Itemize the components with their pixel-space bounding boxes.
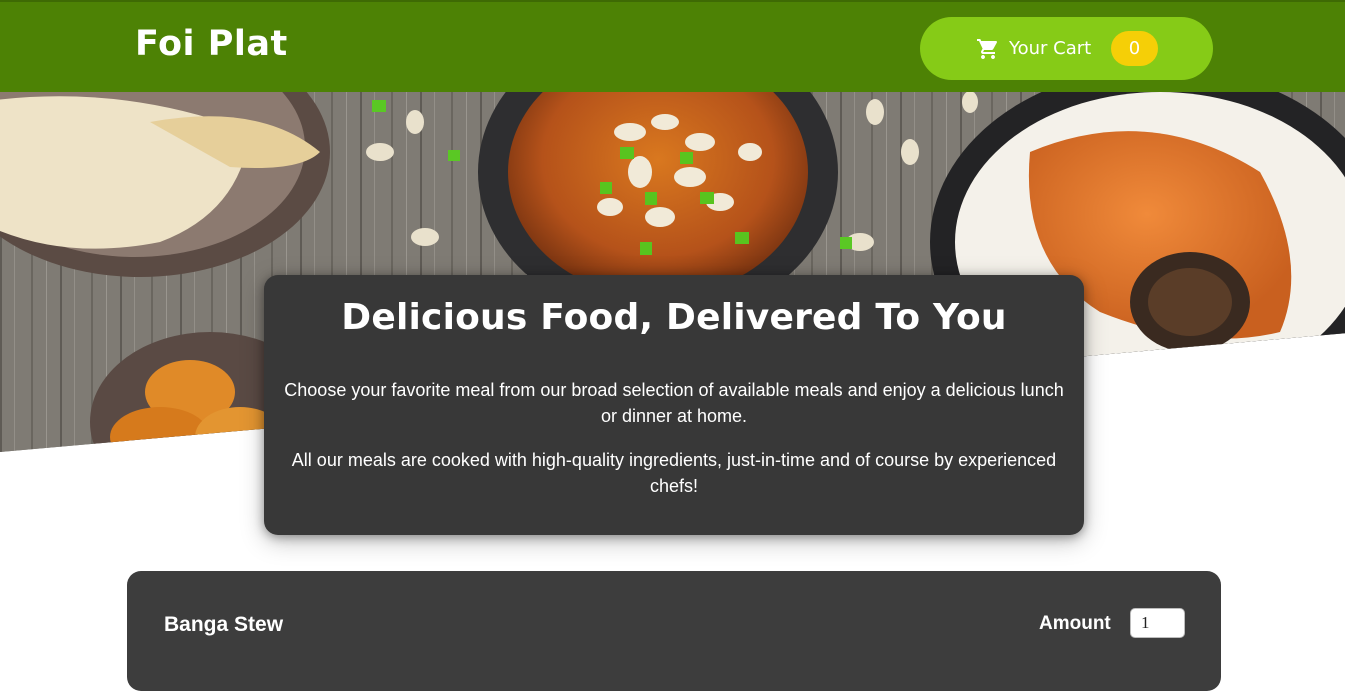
intro-card: Delicious Food, Delivered To You Choose … [264, 275, 1084, 535]
intro-paragraph-2: All our meals are cooked with high-quali… [291, 450, 1057, 496]
site-header: Foi Plat Your Cart 0 [0, 0, 1345, 92]
meals-list: Banga Stew Amount [127, 571, 1221, 691]
brand-logo: Foi Plat [135, 24, 288, 64]
intro-paragraph-1: Choose your favorite meal from our broad… [284, 380, 1064, 426]
intro-title: Delicious Food, Delivered To You [341, 297, 1007, 338]
cart-button[interactable]: Your Cart 0 [920, 17, 1213, 80]
amount-input[interactable] [1130, 608, 1185, 638]
cart-icon [977, 39, 998, 59]
cart-label: Your Cart [1009, 38, 1092, 59]
amount-label: Amount [1039, 613, 1111, 634]
meal-name: Banga Stew [164, 613, 284, 636]
cart-count-badge: 0 [1111, 31, 1158, 66]
